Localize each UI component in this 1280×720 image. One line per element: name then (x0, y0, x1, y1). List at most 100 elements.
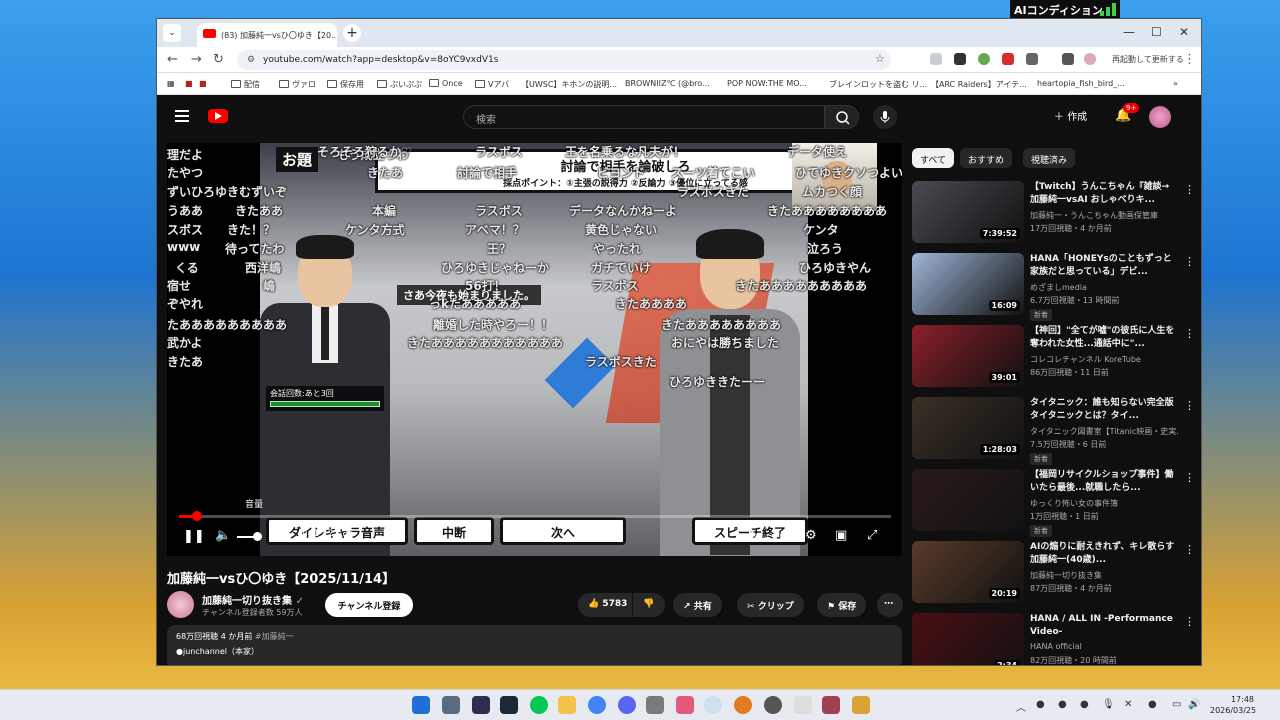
chip-recommended[interactable]: おすすめ (960, 148, 1013, 168)
url-field[interactable]: ⚙ youtube.com/watch?app=desktop&v=8oYC9v… (237, 50, 891, 70)
volume-icon[interactable]: 🔈 (215, 528, 231, 543)
bookmark-item[interactable]: ぷいぷぷ (377, 79, 422, 90)
taskbar-app-icon[interactable] (646, 696, 664, 714)
bookmark-item[interactable]: ヴァロ (279, 79, 316, 90)
new-tab-button[interactable]: + (343, 24, 361, 42)
subtitles-icon[interactable]: ▭ (779, 528, 791, 543)
save-button[interactable]: ⚑ 保存 (817, 593, 867, 617)
steam-tray-icon[interactable]: ● (1080, 699, 1089, 710)
extension-icon[interactable] (930, 53, 942, 65)
bookmark-item[interactable]: 配信 (231, 79, 260, 90)
recommended-title[interactable]: HANA / ALL IN -Performance Video- (1030, 613, 1178, 639)
forward-icon[interactable]: → (191, 52, 202, 67)
speaker-icon[interactable]: 🔊 (1188, 699, 1200, 710)
more-options-icon[interactable]: ⋮ (1184, 615, 1195, 628)
windows-start-icon[interactable] (412, 696, 430, 714)
extension-icon[interactable] (1002, 53, 1014, 65)
recommended-video[interactable]: 7:39:52 【Twitch】うんこちゃん『雑談→加藤純一vsAI おしゃべりキ… (912, 181, 1197, 245)
recommended-title[interactable]: 【神回】"全てが嘘"の彼氏に人生を奪われた女性...通話中に"... (1030, 325, 1178, 351)
bookmark-item[interactable]: 【ARC Raiders】アイテ... (931, 79, 1027, 90)
apps-icon[interactable]: ▦ (167, 79, 175, 88)
progress-scrubber[interactable] (191, 511, 202, 521)
menu-kebab-icon[interactable]: ⋮ (1183, 52, 1196, 67)
taskbar-app-icon[interactable] (822, 696, 840, 714)
extension-icon[interactable] (954, 53, 966, 65)
maximize-icon[interactable]: ☐ (1151, 25, 1162, 39)
clip-button[interactable]: ✂ クリップ (737, 593, 804, 617)
more-options-icon[interactable]: ⋮ (1184, 327, 1195, 340)
obs-icon[interactable] (764, 696, 782, 714)
video-player[interactable]: 討論で相手を論破しろ 採点ポイント：①主張の説得力 ②反論力 ③優位に立ってる感… (167, 143, 902, 556)
recommended-channel[interactable]: 加藤純一切り抜き集 (1030, 570, 1178, 581)
taskbar-app-icon[interactable] (794, 696, 812, 714)
bookmark-item[interactable]: POP NOW:THE MO... (727, 79, 807, 88)
close-tray-icon[interactable]: ✕ (1124, 699, 1132, 710)
back-icon[interactable]: ← (167, 52, 178, 67)
recommended-channel[interactable]: ゆっくり怖い女の事件簿 (1030, 498, 1178, 509)
bookmark-item[interactable]: 保存用 (327, 79, 364, 90)
recommended-video[interactable]: 1:28:03 タイタニック：誰も知らない完全版タイタニックとは？タイ... タイタ… (912, 397, 1197, 465)
share-button[interactable]: ↗ 共有 (673, 593, 722, 617)
reload-icon[interactable]: ↻ (213, 52, 224, 67)
chip-all[interactable]: すべて (912, 148, 955, 168)
channel-name-link[interactable]: 加藤純一切り抜き集 ✓ (202, 592, 304, 607)
taskbar-app-icon[interactable] (734, 696, 752, 714)
taskbar-app-icon[interactable] (472, 696, 490, 714)
file-explorer-icon[interactable] (558, 696, 576, 714)
chip-watched[interactable]: 視聴済み (1023, 148, 1076, 168)
more-options-icon[interactable]: ⋮ (1184, 543, 1195, 556)
tray-icon[interactable]: ● (1058, 699, 1067, 710)
bookmark-item[interactable]: Once (429, 79, 463, 88)
discord-icon[interactable] (618, 696, 636, 714)
tab-list-button[interactable]: ⌄ (163, 24, 181, 42)
video-thumbnail[interactable]: 39:01 (912, 325, 1024, 387)
settings-gear-icon[interactable]: ⚙ (805, 528, 817, 543)
close-icon[interactable]: ✕ (1179, 25, 1189, 39)
channel-avatar[interactable] (167, 591, 194, 618)
bookmark-item[interactable]: Vアバ (475, 79, 509, 90)
video-thumbnail[interactable]: 7:39:52 (912, 181, 1024, 243)
recommended-video[interactable]: 39:01 【神回】"全てが嘘"の彼氏に人生を奪われた女性...通話中に"... コ… (912, 325, 1197, 389)
minimize-icon[interactable]: — (1123, 25, 1135, 39)
puzzle-icon[interactable] (1026, 53, 1038, 65)
video-thumbnail[interactable]: 20:19 (912, 541, 1024, 603)
recommended-channel[interactable]: めざましmedia (1030, 282, 1178, 293)
recommended-channel[interactable]: 加藤純一・うんこちゃん動画保管庫 (1030, 210, 1178, 221)
menu-icon[interactable] (175, 110, 189, 122)
miniplayer-icon[interactable]: ▣ (835, 528, 847, 543)
recommended-video[interactable]: 20:19 AIの煽りに耐えきれず、キレ散らす加藤純一(40歳)... 加藤純一切り… (912, 541, 1197, 605)
recommended-channel[interactable]: タイタニック図書室【Titanic映画・史実... (1030, 426, 1178, 437)
tab-youtube[interactable]: (83) 加藤純一vsひ〇ゆき【20... (197, 23, 337, 47)
more-options-icon[interactable]: ⋮ (1184, 399, 1195, 412)
more-options-icon[interactable]: ⋮ (1184, 183, 1195, 196)
bookmark-item[interactable]: 【UWSC】キホンの説明... (521, 79, 617, 90)
video-thumbnail[interactable] (912, 469, 1024, 531)
more-actions-button[interactable]: ⋯ (877, 593, 903, 617)
recommended-video[interactable]: 【福岡リサイクルショップ事件】働いたら最後...就職したら... ゆっくり怖い女の… (912, 469, 1197, 537)
subscribe-button[interactable]: チャンネル登録 (325, 593, 413, 617)
volume-knob[interactable] (253, 532, 262, 541)
tray-icon[interactable]: ● (1148, 699, 1157, 710)
taskbar-app-icon[interactable] (852, 696, 870, 714)
steam-icon[interactable] (500, 696, 518, 714)
tray-icon[interactable]: ● (1036, 699, 1045, 710)
more-options-icon[interactable]: ⋮ (1184, 471, 1195, 484)
progress-bar[interactable] (179, 511, 891, 521)
bookmark-item[interactable]: heartopia_fish_bird_... (1037, 79, 1125, 88)
search-button[interactable] (825, 105, 859, 129)
account-avatar[interactable] (1149, 106, 1171, 128)
video-thumbnail[interactable]: 1:28:03 (912, 397, 1024, 459)
recommended-title[interactable]: HANA「HONEYsのこともずっと家族だと思っている」デビ... (1030, 253, 1178, 279)
youtube-logo-icon[interactable] (208, 109, 228, 123)
bookmark-icon[interactable]: ■ (185, 79, 193, 88)
taskbar-clock[interactable]: 17:48 2026/03/25 (1210, 694, 1256, 716)
profile-icon[interactable] (1084, 53, 1096, 65)
site-info-icon[interactable]: ⚙ (247, 55, 255, 65)
line-icon[interactable] (530, 696, 548, 714)
taskbar-app-icon[interactable] (676, 696, 694, 714)
recommended-video[interactable]: 16:09 HANA「HONEYsのこともずっと家族だと思っている」デビ... めざ… (912, 253, 1197, 321)
autoplay-toggle-icon[interactable]: ⏵ (750, 528, 757, 543)
update-button[interactable]: 再起動して更新する (1112, 54, 1184, 65)
tray-chevron-icon[interactable]: ︿ (1016, 699, 1026, 714)
recommended-channel[interactable]: HANA official (1030, 642, 1178, 651)
